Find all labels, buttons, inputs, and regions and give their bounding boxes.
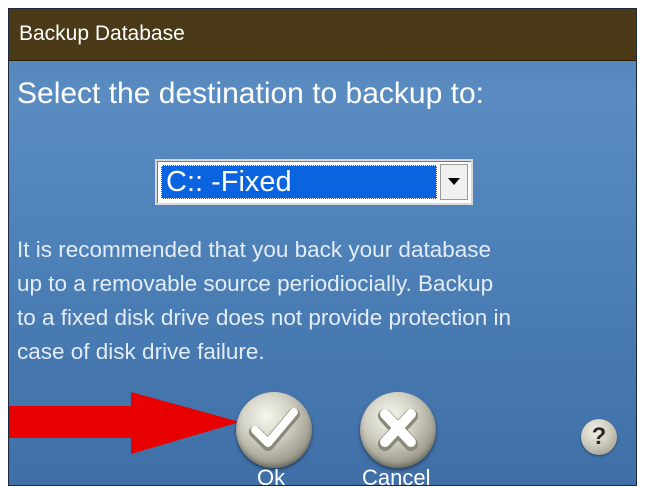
backup-warning-text: It is recommended that you back your dat… [17,233,636,369]
backup-database-dialog: Backup Database Select the destination t… [8,8,637,486]
dialog-heading: Select the destination to backup to: [17,77,484,110]
cancel-button[interactable] [360,392,436,468]
cancel-label: Cancel [362,465,431,486]
warning-line: It is recommended that you back your dat… [17,237,492,262]
help-button[interactable]: ? [581,419,617,455]
destination-dropdown[interactable]: C:: -Fixed [155,159,473,205]
chevron-down-icon [448,178,460,185]
warning-line: up to a removable source periodiocially.… [17,271,494,296]
title-bar[interactable]: Backup Database [9,9,636,61]
destination-selected-value[interactable]: C:: -Fixed [161,165,437,199]
red-arrow-icon [9,392,240,454]
ok-button[interactable] [236,392,312,468]
warning-line: case of disk drive failure. [17,339,265,364]
checkmark-icon [249,408,300,451]
dropdown-button[interactable] [440,164,468,200]
question-mark-icon: ? [591,423,607,450]
warning-line: to a fixed disk drive does not provide p… [17,305,512,330]
x-icon [378,409,418,451]
ok-label: Ok [257,465,286,486]
window-title: Backup Database [19,22,185,45]
